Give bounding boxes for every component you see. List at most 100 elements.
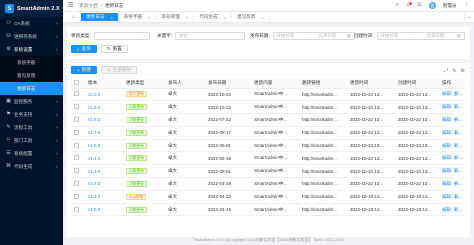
close-icon[interactable]: × <box>261 15 263 20</box>
version-cell[interactable]: v1.0.0 <box>85 203 123 217</box>
avatar[interactable]: 管 <box>428 2 436 9</box>
lock-icon[interactable]: ⊙ <box>417 2 422 9</box>
row-checkbox[interactable] <box>74 91 79 97</box>
edit-link[interactable]: 编辑 <box>442 117 451 122</box>
edit-link[interactable]: 编辑 <box>442 207 451 212</box>
row-checkbox[interactable] <box>74 180 79 186</box>
content-cell: SmartAdmin中... <box>251 126 299 140</box>
row-checkbox[interactable] <box>74 155 79 161</box>
sidebar-item-1[interactable]: ⛁ 进销存系统 ˅ <box>0 30 63 43</box>
row-checkbox[interactable] <box>74 142 79 148</box>
sidebar-item-2[interactable]: ⚙ 系统设置 ˄ <box>0 43 63 56</box>
create-time-label: 创建时间: <box>354 33 374 38</box>
tabs-more-icon[interactable]: ⌄ <box>464 11 474 23</box>
row-checkbox[interactable] <box>74 116 79 122</box>
edit-link[interactable]: 编辑 <box>442 168 451 173</box>
breadcrumb-item[interactable]: 系统文档 <box>79 3 97 8</box>
table-row: v1.7.0 功能更新 卓大 2022-06-17 SmartAdmin中... http… <box>71 126 466 140</box>
tab-home[interactable]: ⌂ <box>67 13 82 21</box>
delete-link[interactable]: 删除 <box>454 104 463 109</box>
tab-1[interactable]: 系统手册 × <box>119 13 157 21</box>
sidebar-subitem-0[interactable]: 系统手册 <box>0 56 63 69</box>
row-checkbox[interactable] <box>74 206 79 212</box>
edit-link[interactable]: 编辑 <box>442 155 451 160</box>
tab-0[interactable]: 更新日志 × <box>81 13 119 21</box>
column-settings-icon[interactable]: ⚙ <box>461 68 465 74</box>
tab-4[interactable]: 意见反馈 × <box>232 13 270 21</box>
settings-icon[interactable]: ⋮ <box>464 2 470 9</box>
select-all-checkbox[interactable] <box>71 78 85 89</box>
delete-link[interactable]: 删除 <box>454 130 463 135</box>
version-cell[interactable]: v1.3.0 <box>85 164 123 179</box>
start-date-placeholder: 开始日期 <box>380 33 398 38</box>
content-cell: SmartAdmin中... <box>251 100 299 115</box>
sidebar-item-0[interactable]: ⚇ OA系统 ˅ <box>0 17 63 30</box>
row-checkbox[interactable] <box>74 168 79 174</box>
sidebar-subitem-1[interactable]: 意见反馈 <box>0 69 63 82</box>
table-tools: ⤢ ↻ ⚙ <box>444 68 465 74</box>
tab-2[interactable]: 单号管理 × <box>157 13 195 21</box>
version-cell[interactable]: v1.4.0 <box>85 151 123 166</box>
fullscreen-icon[interactable]: ⤢ <box>444 68 448 74</box>
version-cell[interactable]: v1.9.0 <box>85 100 123 115</box>
settings-icon: ⚙ <box>6 46 11 52</box>
search-icon[interactable]: ⌕ <box>396 2 399 9</box>
row-checkbox[interactable] <box>74 193 79 199</box>
query-button[interactable]: ⌕ 查询 <box>71 45 97 53</box>
edit-link[interactable]: 编辑 <box>442 130 451 135</box>
version-cell[interactable]: v1.5.0 <box>85 139 123 153</box>
sidebar-item-6[interactable]: ⚐ 部门工具 ˅ <box>0 134 63 147</box>
date-cell: 2022-06-17 <box>205 126 251 140</box>
close-icon[interactable]: × <box>148 15 150 20</box>
edit-link[interactable]: 编辑 <box>442 181 451 186</box>
search-field-publish-date: 发布日期: 开始日期 → 结束日期 ▦ <box>250 32 355 40</box>
edit-link[interactable]: 编辑 <box>442 104 451 109</box>
delete-link[interactable]: 删除 <box>454 155 463 160</box>
version-cell[interactable]: v1.1.0 <box>85 190 123 204</box>
sidebar-subitem-2[interactable]: 更新日志 <box>0 82 63 95</box>
tab-label: 更新日志 <box>86 14 105 19</box>
sidebar-item-4[interactable]: ⚑ 业务支持 ˅ <box>0 108 63 121</box>
version-cell[interactable]: v1.2.0 <box>85 177 123 191</box>
edit-link[interactable]: 编辑 <box>442 143 451 148</box>
sidebar-item-5[interactable]: ✎ 流程工具 ˅ <box>0 121 63 134</box>
reset-button[interactable]: ↻ 重置 <box>100 45 128 53</box>
updated-cell: 2022-10-22 13... <box>347 100 395 115</box>
publish-date-range[interactable]: 开始日期 → 结束日期 ▦ <box>272 32 355 40</box>
close-icon[interactable]: × <box>186 15 188 20</box>
add-button[interactable]: + 新建 <box>71 66 97 74</box>
bell-icon[interactable]: ♫ <box>406 1 413 9</box>
version-cell[interactable]: v1.6.0 <box>85 113 123 127</box>
app-logo[interactable]: S SmartAdmin 2.X <box>0 0 63 17</box>
delete-link[interactable]: 删除 <box>454 168 463 173</box>
date-cell: 2022-04-28 <box>205 177 251 191</box>
sidebar-item-8[interactable]: ⌘ 代码生成 ˅ <box>0 160 63 173</box>
close-icon[interactable]: × <box>224 15 226 20</box>
delete-link[interactable]: 删除 <box>454 143 463 148</box>
tab-3[interactable]: 代码生成 × <box>194 13 232 21</box>
edit-link[interactable]: 编辑 <box>442 194 451 199</box>
user-name[interactable]: 管理员 <box>443 3 457 9</box>
version-cell[interactable]: v1.7.0 <box>85 126 123 140</box>
sidebar-item-3[interactable]: ▣ 监控服务 ˅ <box>0 95 63 108</box>
refresh-icon[interactable]: ↻ <box>452 68 456 74</box>
edit-link[interactable]: 编辑 <box>442 91 451 96</box>
delete-link[interactable]: 删除 <box>454 91 463 96</box>
type-select[interactable]: ⌄ <box>93 32 150 40</box>
menu-toggle-icon[interactable]: ☰ <box>68 2 73 9</box>
date-cell: 2022-10-22 <box>205 100 251 115</box>
keyword-input[interactable]: 搜索 <box>175 32 246 40</box>
delete-link[interactable]: 删除 <box>454 207 463 212</box>
sidebar-item-7[interactable]: ☰ 系统配置 ˅ <box>0 147 63 160</box>
delete-link[interactable]: 删除 <box>454 181 463 186</box>
row-checkbox[interactable] <box>74 104 79 110</box>
close-icon[interactable]: × <box>110 15 112 20</box>
author-cell: 卓大 <box>165 100 205 115</box>
batch-delete-button[interactable]: ⊘ 批量删除 <box>100 66 138 74</box>
delete-link[interactable]: 删除 <box>454 117 463 122</box>
create-time-range[interactable]: 开始日期 → 结束日期 ▦ <box>376 32 465 40</box>
row-checkbox[interactable] <box>74 129 79 135</box>
actions-cell: 编辑 删除 <box>439 177 466 191</box>
delete-link[interactable]: 删除 <box>454 194 463 199</box>
version-cell[interactable]: v2.0.0 <box>85 88 123 102</box>
